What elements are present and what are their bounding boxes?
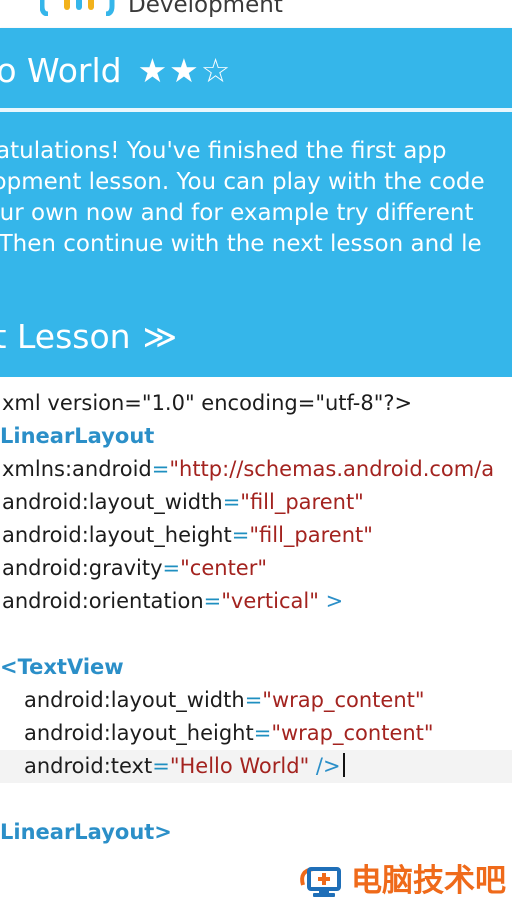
watermark: 电脑技术吧 [297,860,506,902]
code-line[interactable]: android:text="Hello World" /> [0,750,512,783]
code-token: "vertical" [221,589,319,613]
code-token: = [162,556,181,580]
code-line[interactable]: android:layout_width="wrap_content" [0,684,512,717]
lesson-divider [0,108,512,112]
code-editor[interactable]: xml version="1.0" encoding="utf-8"?> Line… [0,377,512,847]
code-token: = [253,721,272,745]
lesson-title: llo World [0,51,122,90]
lesson-description: gratulations! You've finished the first … [0,136,512,291]
code-line[interactable] [0,783,512,816]
app-title: Development [128,0,283,18]
code-token: "wrap_content" [271,721,434,745]
computer-plus-icon [300,867,341,897]
code-token: = [151,457,170,481]
code-token: = [244,688,263,712]
lesson-text-line: your own now and for example try differe… [0,200,474,226]
code-token: = [222,490,241,514]
code-token: android:text [24,754,153,778]
code-line[interactable]: <TextView [0,651,512,684]
code-token: LinearLayout> [0,820,172,844]
code-token: "center" [180,556,268,580]
double-chevron-right-icon: ≫ [142,317,178,356]
code-token: android:layout_height [24,721,254,745]
next-lesson-button[interactable]: xt Lesson ≫ [0,313,177,361]
code-token: LinearLayout [0,424,155,448]
code-line[interactable] [0,618,512,651]
rating-stars-icon: ★★☆ [137,51,233,90]
lesson-text-line: e. [0,260,512,291]
code-line[interactable]: android:layout_height="wrap_content" [0,717,512,750]
code-token: = [203,589,222,613]
code-braces-logo [40,0,115,16]
code-line[interactable]: android:layout_width="fill_parent" [0,486,512,519]
code-line[interactable]: LinearLayout [0,420,512,453]
code-token: "fill_parent" [240,490,364,514]
watermark-text: 电脑技术吧 [351,863,506,899]
lesson-header: llo World ★★☆ [0,48,232,94]
code-line[interactable]: xmlns:android="http://schemas.android.co… [0,453,512,486]
code-line[interactable]: android:layout_height="fill_parent" [0,519,512,552]
code-token: xml version="1.0" encoding="utf-8"?> [2,391,413,415]
lesson-text-line: s. Then continue with the next lesson an… [0,231,482,257]
code-token: "fill_parent" [249,523,373,547]
code-token: android:layout_width [24,688,245,712]
code-token: xmlns:android [2,457,152,481]
next-lesson-label: xt Lesson [0,317,131,356]
code-token: android:orientation [2,589,204,613]
code-token: android:layout_height [2,523,232,547]
code-token: = [152,754,170,778]
code-token: /> [309,754,341,778]
code-token: > [318,589,344,613]
code-line[interactable]: LinearLayout> [0,816,512,847]
code-line[interactable]: android:orientation="vertical" > [0,585,512,618]
code-token: <TextView [0,655,124,679]
code-token: android:gravity [2,556,163,580]
app-bar: Development [0,0,512,28]
lesson-panel: llo World ★★☆ gratulations! You've finis… [0,28,512,377]
lesson-text-line: gratulations! You've finished the first … [0,138,447,164]
code-line[interactable]: xml version="1.0" encoding="utf-8"?> [0,387,512,420]
code-token: "wrap_content" [262,688,425,712]
lesson-text-line: elopment lesson. You can play with the c… [0,169,485,195]
code-token: = [231,523,250,547]
code-token: "http://schemas.android.com/a [169,457,495,481]
text-cursor [342,753,345,777]
code-line[interactable]: android:gravity="center" [0,552,512,585]
code-token: android:layout_width [2,490,223,514]
code-token: "Hello World" [169,754,310,778]
